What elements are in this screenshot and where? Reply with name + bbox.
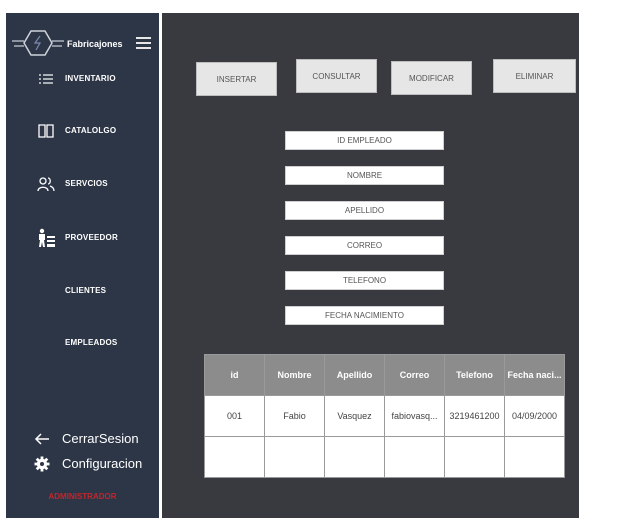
delete-button[interactable]: ELIMINAR xyxy=(493,59,576,93)
sidebar-item-empleados[interactable]: EMPLEADOS xyxy=(6,333,159,355)
table-cell: Vasquez xyxy=(324,395,385,437)
sidebar-item-label: CLIENTES xyxy=(65,286,107,295)
column-header: id xyxy=(204,354,265,396)
table-row[interactable] xyxy=(204,436,565,478)
table-cell: 001 xyxy=(204,395,265,437)
table-cell: 04/09/2000 xyxy=(504,395,565,437)
list-icon xyxy=(36,69,56,89)
sidebar-item-proveedor[interactable]: PROVEEDOR xyxy=(6,228,159,250)
users-icon xyxy=(36,174,56,194)
gear-icon xyxy=(34,456,50,472)
book-icon xyxy=(36,121,56,141)
sidebar-item-label: INVENTARIO xyxy=(65,74,116,83)
email-field[interactable]: CORREO xyxy=(285,236,444,255)
name-field[interactable]: NOMBRE xyxy=(285,166,444,185)
sidebar-item-inventario[interactable]: INVENTARIO xyxy=(6,69,159,91)
employees-table: id Nombre Apellido Correo Telefono Fecha… xyxy=(204,354,565,478)
id-employee-field[interactable]: ID EMPLEADO xyxy=(285,131,444,150)
modify-button[interactable]: MODIFICAR xyxy=(391,61,472,95)
column-header: Apellido xyxy=(324,354,385,396)
table-cell xyxy=(384,436,445,478)
query-button[interactable]: CONSULTAR xyxy=(296,59,377,93)
insert-button[interactable]: INSERTAR xyxy=(196,62,277,96)
arrow-left-icon xyxy=(34,433,49,445)
sidebar-item-clientes[interactable]: CLIENTES xyxy=(6,281,159,303)
birthdate-field[interactable]: FECHA NACIMIENTO xyxy=(285,306,444,325)
settings-label: Configuracion xyxy=(62,456,143,471)
sidebar-item-servicios[interactable]: SERVCIOS xyxy=(6,174,159,196)
role-label: ADMINISTRADOR xyxy=(48,492,117,501)
sidebar-item-label: CATALOLGO xyxy=(65,126,117,135)
lastname-field[interactable]: APELLIDO xyxy=(285,201,444,220)
sidebar-item-label: SERVCIOS xyxy=(65,179,108,188)
sidebar: Fabricajones INVENTARIO CATALOLGO SERVCI… xyxy=(6,13,159,518)
table-cell: fabiovasq... xyxy=(384,395,445,437)
sidebar-item-label: PROVEEDOR xyxy=(65,233,118,242)
supplier-icon xyxy=(36,228,56,248)
table-cell: Fabio xyxy=(264,395,325,437)
column-header: Telefono xyxy=(444,354,505,396)
sidebar-item-catalogo[interactable]: CATALOLGO xyxy=(6,121,159,143)
table-cell: 3219461200 xyxy=(444,395,505,437)
logo-icon xyxy=(12,30,64,56)
menu-icon[interactable] xyxy=(136,37,151,49)
table-cell xyxy=(264,436,325,478)
column-header: Correo xyxy=(384,354,445,396)
sidebar-item-label: EMPLEADOS xyxy=(65,338,118,347)
phone-field[interactable]: TELEFONO xyxy=(285,271,444,290)
main-panel: INSERTAR CONSULTAR MODIFICAR ELIMINAR ID… xyxy=(162,13,579,518)
column-header: Nombre xyxy=(264,354,325,396)
table-header-row: id Nombre Apellido Correo Telefono Fecha… xyxy=(204,354,565,396)
logout-label: CerrarSesion xyxy=(62,431,139,446)
table-row[interactable]: 001 Fabio Vasquez fabiovasq... 321946120… xyxy=(204,395,565,437)
table-cell xyxy=(504,436,565,478)
brand-name: Fabricajones xyxy=(67,39,123,49)
table-cell xyxy=(204,436,265,478)
column-header: Fecha naci... xyxy=(504,354,565,396)
table-cell xyxy=(324,436,385,478)
table-cell xyxy=(444,436,505,478)
